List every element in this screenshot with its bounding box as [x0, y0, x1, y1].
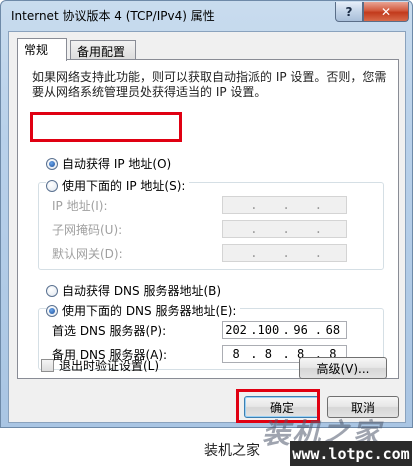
title-bar[interactable]: Internet 协议版本 4 (TCP/IPv4) 属性 ? ✕	[1, 1, 412, 31]
tab-alternate-config-label: 备用配置	[77, 45, 126, 59]
ip-address-row: IP 地址(I): . . .	[52, 196, 347, 214]
default-gateway-label: 默认网关(D):	[52, 246, 123, 261]
auto-dns-radio[interactable]	[46, 284, 58, 297]
dialog-window: Internet 协议版本 4 (TCP/IPv4) 属性 ? ✕ 常规 备用配…	[0, 0, 413, 428]
preferred-dns-octet-3: 96	[293, 323, 308, 337]
advanced-button[interactable]: 高级(V)...	[299, 357, 387, 379]
preferred-dns-input[interactable]: 202. 100. 96. 68	[222, 321, 347, 339]
ip-address-input[interactable]: . . .	[222, 196, 347, 214]
intro-text: 如果网络支持此功能，则可以获取自动指派的 IP 设置。否则，您需要从网络系统管理…	[32, 70, 387, 99]
tab-general-label: 常规	[24, 43, 49, 57]
default-gateway-input[interactable]: . . .	[222, 244, 347, 262]
window-title: Internet 协议版本 4 (TCP/IPv4) 属性	[11, 9, 215, 23]
manual-ip-label: 使用下面的 IP 地址(S):	[62, 179, 186, 193]
manual-dns-radio-row[interactable]: 使用下面的 DNS 服务器地址(E):	[46, 302, 241, 319]
close-button[interactable]: ✕	[363, 2, 409, 22]
preferred-dns-label: 首选 DNS 服务器(P):	[52, 323, 167, 338]
preferred-dns-octet-2: 100	[257, 323, 280, 337]
alternate-dns-octet-2: 8	[264, 347, 272, 361]
preferred-dns-octet-1: 202	[225, 323, 247, 337]
help-icon: ?	[345, 4, 353, 19]
subnet-mask-label: 子网掩码(U):	[52, 222, 123, 237]
auto-dns-radio-row[interactable]: 自动获得 DNS 服务器地址(B)	[46, 282, 221, 299]
ip-address-label: IP 地址(I):	[52, 198, 108, 213]
tab-alternate-config[interactable]: 备用配置	[70, 40, 136, 60]
auto-ip-radio-row[interactable]: 自动获得 IP 地址(O)	[46, 155, 171, 172]
preferred-dns-row: 首选 DNS 服务器(P): 202. 100. 96. 68	[52, 321, 347, 339]
manual-ip-radio[interactable]	[46, 179, 58, 192]
manual-dns-label: 使用下面的 DNS 服务器地址(E):	[62, 304, 237, 318]
dialog-client-area: 常规 备用配置 如果网络支持此功能，则可以获取自动指派的 IP 设置。否则，您需…	[8, 31, 406, 423]
subnet-mask-input[interactable]: . . .	[222, 220, 347, 238]
close-icon: ✕	[380, 4, 392, 19]
watermark-url-text: www.lotpc.com	[292, 444, 410, 463]
subnet-mask-row: 子网掩码(U): . . .	[52, 220, 347, 238]
manual-ip-radio-row[interactable]: 使用下面的 IP 地址(S):	[46, 177, 190, 194]
validate-on-exit-row[interactable]: 退出时验证设置(L)	[41, 357, 159, 374]
advanced-button-label: 高级(V)...	[316, 361, 370, 376]
watermark-url-badge: www.lotpc.com	[290, 441, 412, 466]
default-gateway-row: 默认网关(D): . . .	[52, 244, 347, 262]
validate-on-exit-checkbox[interactable]	[41, 359, 54, 372]
auto-ip-radio[interactable]	[46, 157, 58, 170]
general-tab-panel: 如果网络支持此功能，则可以获取自动指派的 IP 设置。否则，您需要从网络系统管理…	[17, 59, 399, 379]
validate-on-exit-label: 退出时验证设置(L)	[59, 359, 160, 373]
auto-ip-label: 自动获得 IP 地址(O)	[62, 157, 172, 171]
auto-dns-label: 自动获得 DNS 服务器地址(B)	[62, 284, 222, 298]
manual-dns-radio[interactable]	[46, 304, 58, 317]
footer-site-name: 装机之家	[204, 443, 260, 459]
tab-general[interactable]: 常规	[17, 38, 67, 61]
alternate-dns-octet-1: 8	[232, 347, 240, 361]
help-button[interactable]: ?	[335, 2, 363, 22]
preferred-dns-octet-4: 68	[325, 323, 341, 337]
